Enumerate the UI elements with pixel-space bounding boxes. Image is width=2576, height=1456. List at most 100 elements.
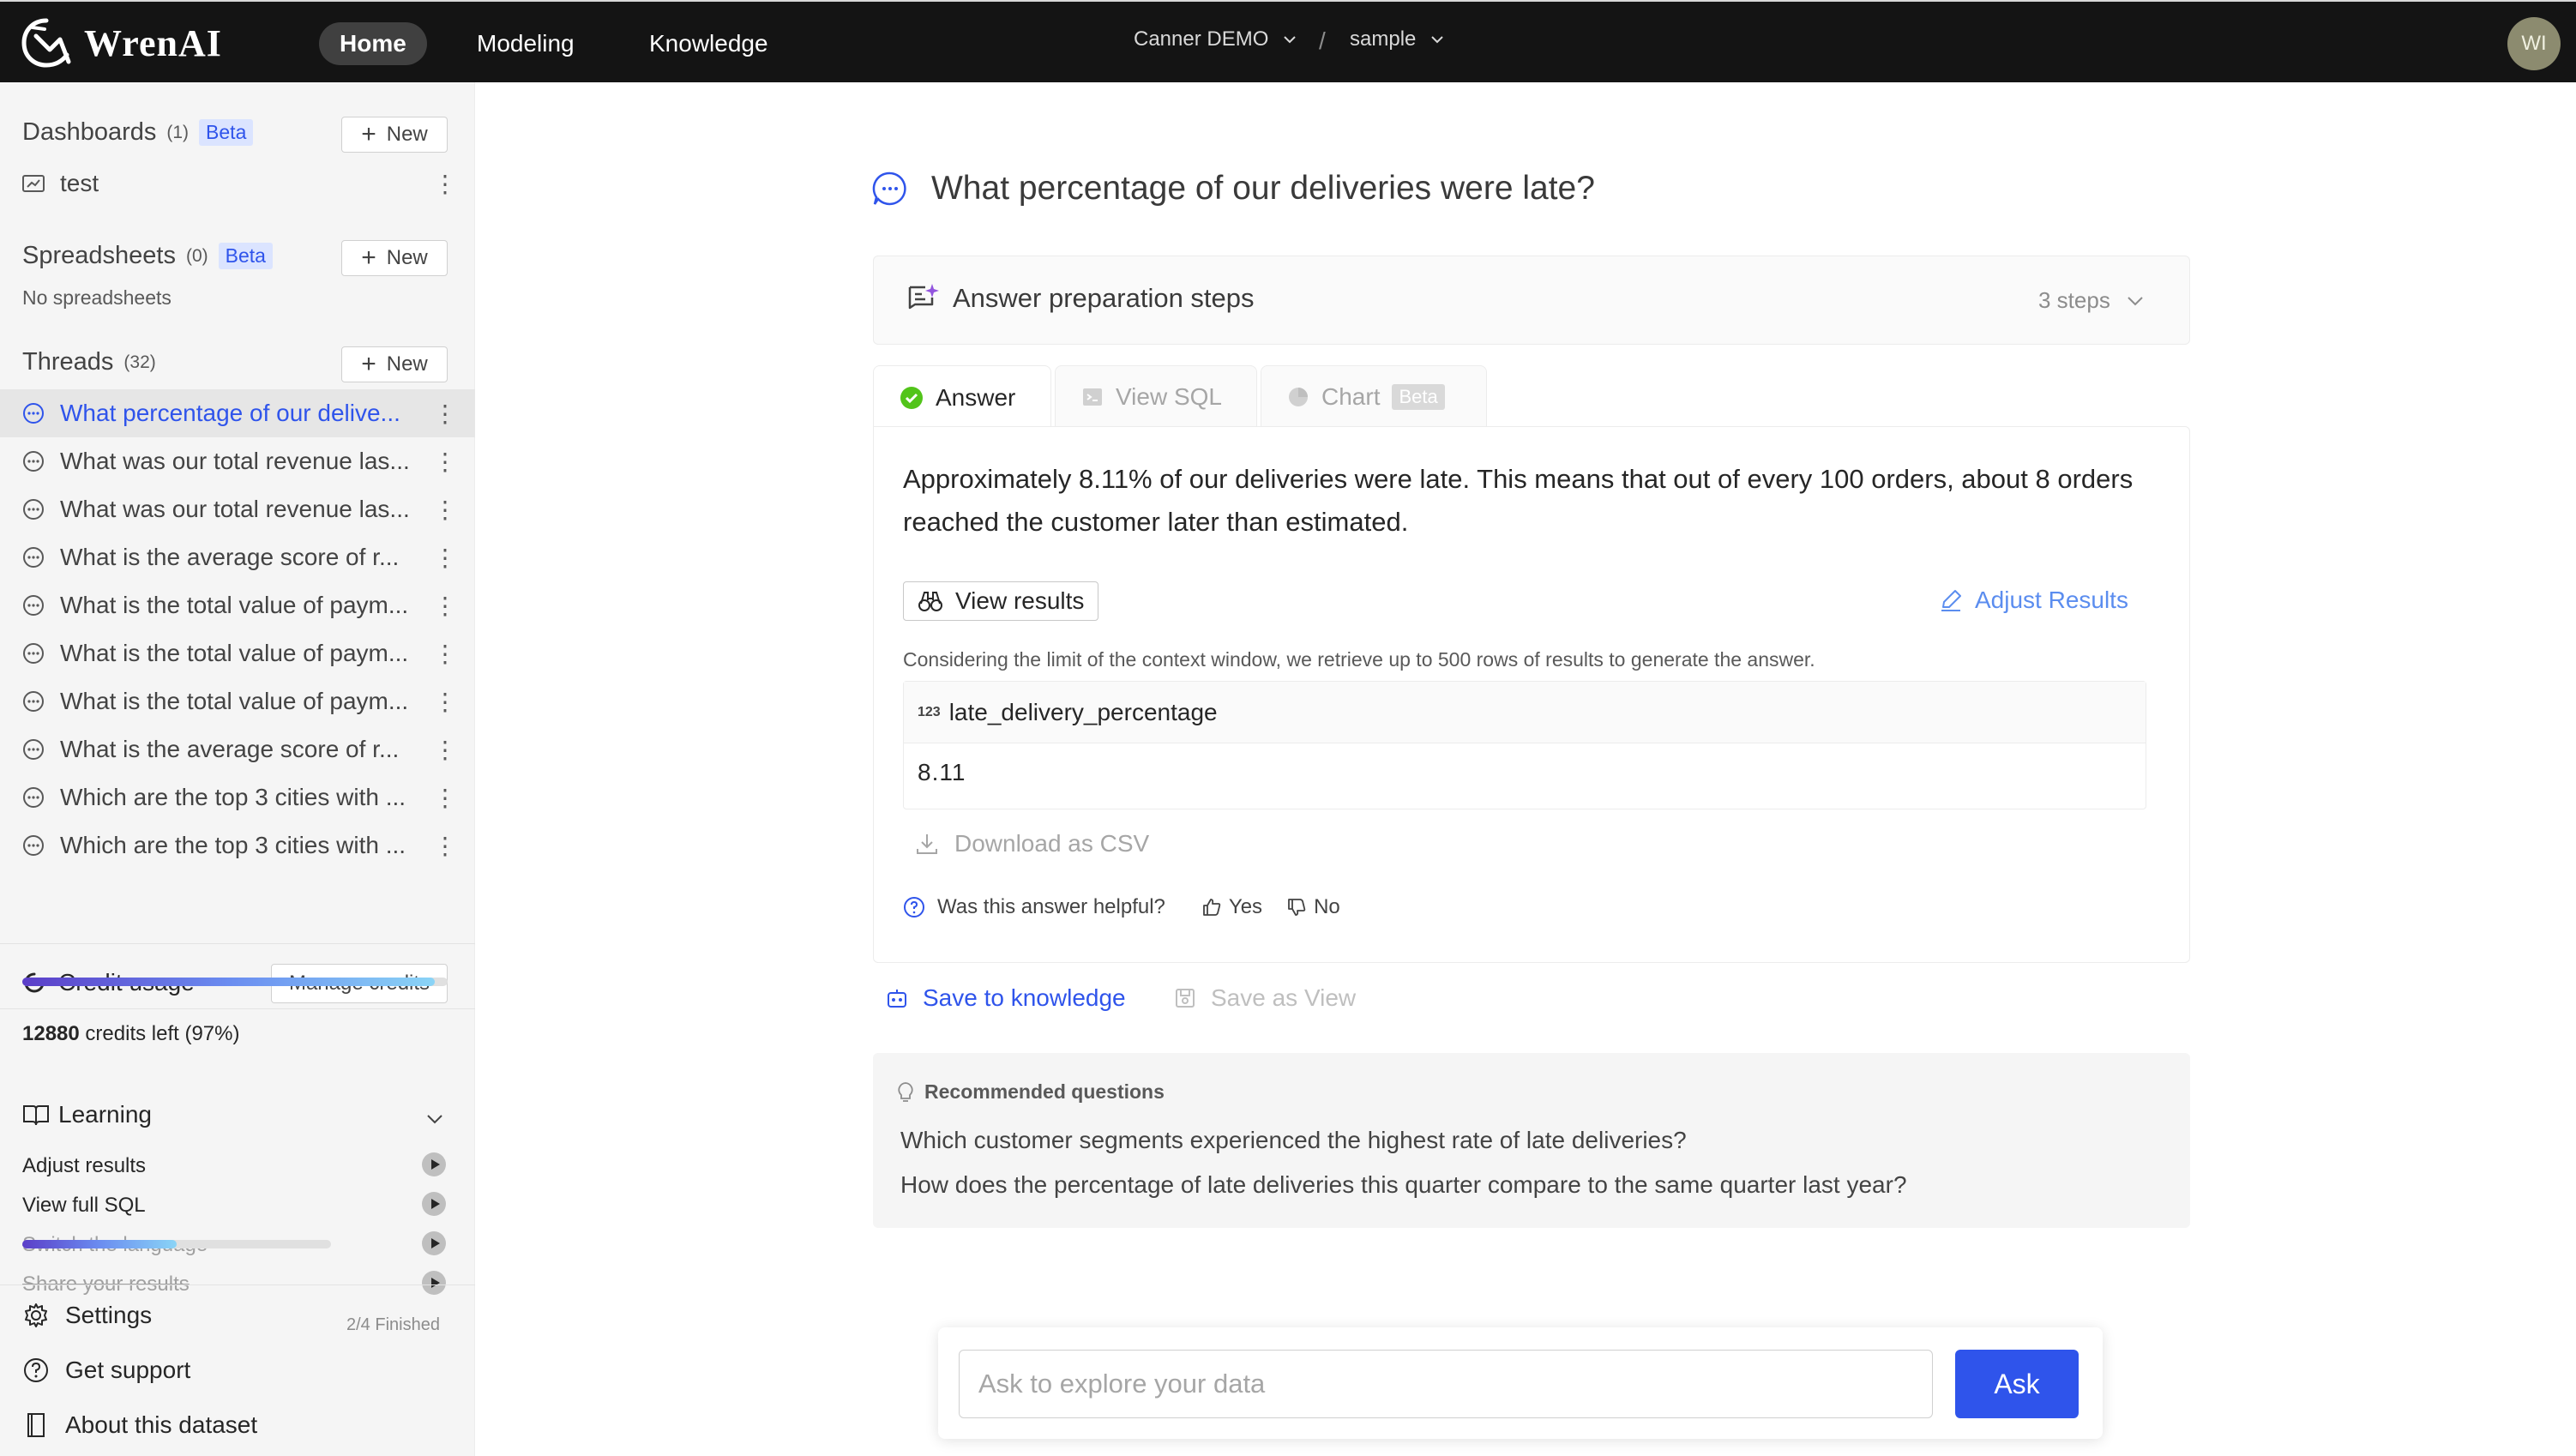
new-thread-button[interactable]: + New — [341, 346, 448, 382]
chat-bubble-icon — [23, 691, 44, 712]
learning-item[interactable]: View full SQL — [22, 1194, 146, 1218]
more-icon[interactable]: ⋮ — [433, 784, 457, 812]
save-to-knowledge-button[interactable]: Save to knowledge — [885, 984, 1126, 1012]
more-icon[interactable]: ⋮ — [433, 688, 457, 716]
more-icon[interactable]: ⋮ — [433, 736, 457, 764]
thread-item[interactable]: What percentage of our delive... ⋮ — [0, 389, 475, 437]
download-csv-button[interactable]: Download as CSV — [903, 830, 1149, 857]
prep-title: Answer preparation steps — [953, 283, 1255, 313]
user-avatar[interactable]: WI — [2507, 17, 2561, 70]
answer-preparation-steps[interactable]: Answer preparation steps 3 steps — [873, 256, 2190, 345]
thread-item[interactable]: What is the average score of r... ⋮ — [0, 533, 475, 581]
more-icon[interactable]: ⋮ — [433, 592, 457, 620]
more-icon[interactable]: ⋮ — [433, 544, 457, 572]
more-icon[interactable]: ⋮ — [433, 448, 457, 476]
new-dashboard-button[interactable]: + New — [341, 117, 448, 153]
save-as-view-button[interactable]: Save as View — [1173, 984, 1356, 1012]
learning-item[interactable]: Adjust results — [22, 1154, 146, 1178]
prep-steps-count[interactable]: 3 steps — [2038, 287, 2145, 314]
recommended-questions: Recommended questions Which customer seg… — [873, 1053, 2190, 1228]
spreadsheets-empty: No spreadsheets — [22, 286, 172, 309]
dashboard-item-label: test — [60, 170, 99, 196]
chevron-down-icon — [1431, 36, 1444, 44]
number-type-icon: 123 — [918, 704, 941, 719]
thread-item[interactable]: What is the average score of r... ⋮ — [0, 725, 475, 773]
credits-amount: 12880 — [22, 1022, 80, 1045]
ask-input[interactable] — [959, 1350, 1933, 1418]
tab-chart[interactable]: Chart Beta — [1261, 365, 1487, 427]
thread-item[interactable]: What is the total value of paym... ⋮ — [0, 581, 475, 629]
dashboards-header: Dashboards (1) Beta — [22, 118, 254, 147]
play-icon[interactable] — [422, 1231, 446, 1255]
project-selector[interactable]: Canner DEMO — [1134, 27, 1297, 51]
spreadsheets-count: (0) — [185, 245, 208, 266]
recommended-question[interactable]: Which customer segments experienced the … — [900, 1127, 1687, 1154]
threads-count: (32) — [123, 352, 156, 372]
thread-item[interactable]: Which are the top 3 cities with ... ⋮ — [0, 773, 475, 821]
settings-link[interactable]: Settings — [22, 1302, 152, 1329]
chat-bubble-icon — [872, 171, 906, 206]
tab-sql-label: View SQL — [1116, 382, 1222, 410]
thread-label: What was our total revenue las... — [60, 496, 410, 522]
nav-knowledge[interactable]: Knowledge — [629, 22, 789, 65]
play-icon[interactable] — [422, 1192, 446, 1216]
spreadsheets-title: Spreadsheets — [22, 242, 176, 269]
thread-label: What is the total value of paym... — [60, 688, 409, 714]
new-label: New — [386, 352, 428, 376]
dataset-selector[interactable]: sample — [1350, 27, 1445, 51]
wren-bird-icon — [21, 18, 71, 68]
more-icon[interactable]: ⋮ — [433, 640, 457, 668]
more-icon[interactable]: ⋮ — [433, 170, 457, 198]
ask-button[interactable]: Ask — [1955, 1350, 2079, 1418]
wrenai-logo[interactable]: WrenAI — [21, 17, 222, 69]
about-dataset-link[interactable]: About this dataset — [22, 1411, 257, 1439]
edit-pencil-icon — [1941, 590, 1961, 611]
feedback-no-button[interactable]: No — [1286, 895, 1340, 919]
learning-header[interactable]: Learning — [22, 1101, 152, 1128]
thread-item[interactable]: What is the total value of paym... ⋮ — [0, 629, 475, 677]
binoculars-icon — [918, 592, 942, 611]
chat-bubble-icon — [23, 451, 44, 472]
book-icon — [23, 1105, 49, 1126]
more-icon[interactable]: ⋮ — [433, 400, 457, 428]
thread-item[interactable]: What was our total revenue las... ⋮ — [0, 437, 475, 485]
chevron-down-icon[interactable] — [425, 1110, 444, 1128]
save-as-view-label: Save as View — [1211, 984, 1357, 1011]
plus-icon: + — [361, 350, 376, 378]
dashboard-icon — [22, 175, 45, 192]
tab-answer[interactable]: Answer — [873, 365, 1051, 429]
nav-home[interactable]: Home — [319, 22, 427, 65]
thread-item[interactable]: Which are the top 3 cities with ... ⋮ — [0, 821, 475, 869]
thumbs-up-icon — [1203, 899, 1221, 916]
learning-progress-fill — [22, 1240, 177, 1248]
tab-view-sql[interactable]: View SQL — [1055, 365, 1257, 427]
play-icon[interactable] — [422, 1271, 446, 1295]
help-circle-icon — [24, 1358, 48, 1382]
nav-modeling[interactable]: Modeling — [456, 22, 595, 65]
recommended-question[interactable]: How does the percentage of late deliveri… — [900, 1171, 1907, 1199]
thumbs-down-icon — [1288, 899, 1306, 916]
dashboard-item[interactable]: test ⋮ — [0, 159, 475, 208]
context-window-note: Considering the limit of the context win… — [903, 648, 1815, 671]
feedback-no-label: No — [1314, 895, 1340, 918]
beta-badge: Beta — [1392, 383, 1445, 410]
dashboards-title: Dashboards — [22, 118, 157, 146]
more-icon[interactable]: ⋮ — [433, 832, 457, 860]
plus-icon: + — [361, 120, 376, 148]
robot-icon — [888, 990, 906, 1008]
more-icon[interactable]: ⋮ — [433, 496, 457, 524]
table-header[interactable]: 123 late_delivery_percentage — [904, 682, 2146, 743]
breadcrumb-separator: / — [1319, 27, 1326, 54]
chat-bubble-icon — [23, 499, 44, 520]
get-support-link[interactable]: Get support — [22, 1357, 190, 1384]
gear-icon — [25, 1303, 47, 1327]
adjust-results-button[interactable]: Adjust Results — [1939, 587, 2128, 614]
thread-label: What is the average score of r... — [60, 736, 400, 762]
thread-item[interactable]: What is the total value of paym... ⋮ — [0, 677, 475, 725]
thread-item[interactable]: What was our total revenue las... ⋮ — [0, 485, 475, 533]
new-spreadsheet-button[interactable]: + New — [341, 240, 448, 276]
save-icon — [1176, 989, 1195, 1008]
feedback-yes-button[interactable]: Yes — [1201, 895, 1262, 919]
view-results-button[interactable]: View results — [903, 581, 1099, 621]
play-icon[interactable] — [422, 1152, 446, 1176]
